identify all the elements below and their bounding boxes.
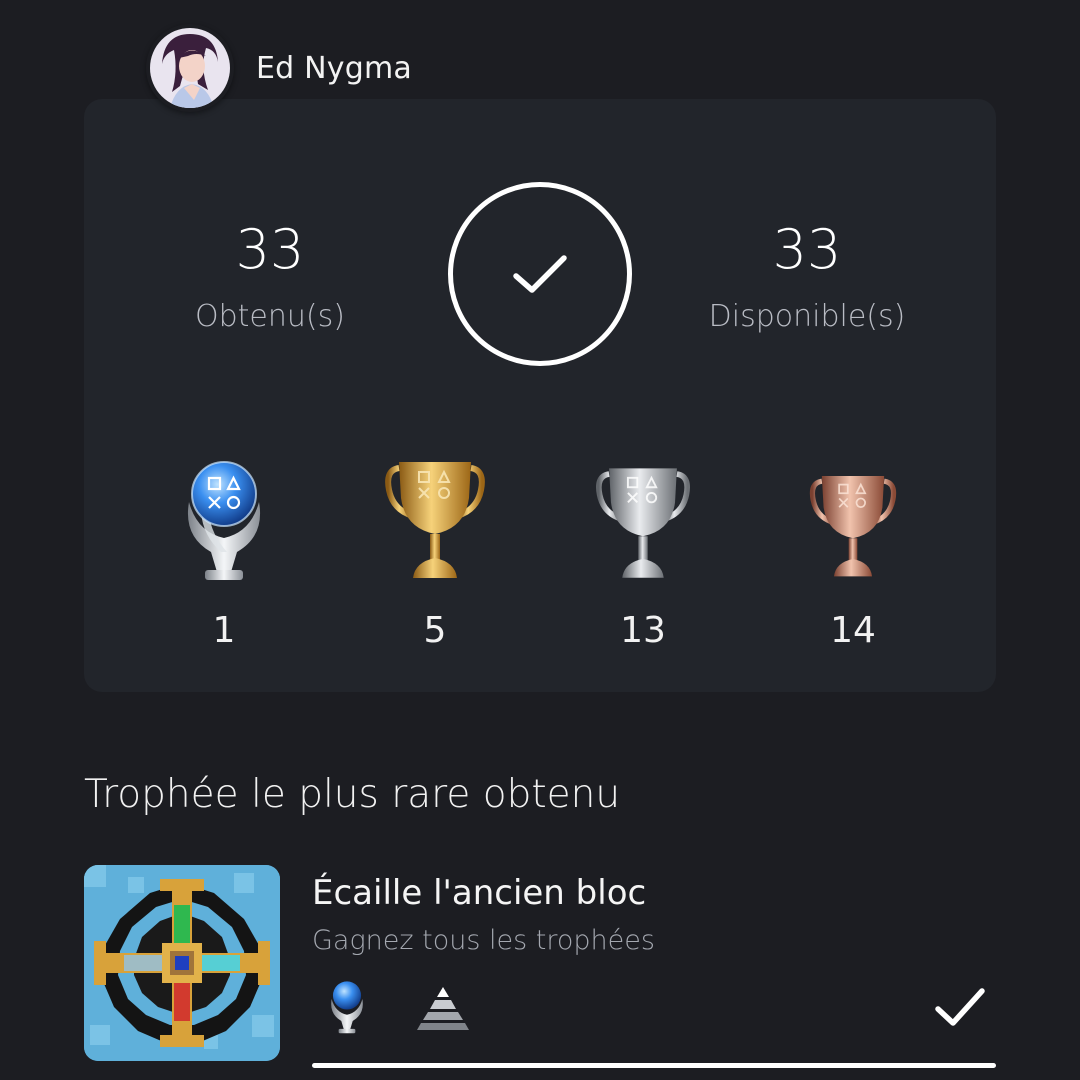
user-avatar-icon bbox=[150, 28, 230, 108]
tier-bronze[interactable]: 14 bbox=[788, 444, 918, 651]
platinum-trophy-icon bbox=[187, 461, 261, 580]
checkmark-icon bbox=[935, 988, 985, 1026]
rarity-indicator bbox=[416, 985, 470, 1031]
bronze-trophy-icon bbox=[809, 475, 897, 577]
tier-platinum[interactable]: 1 bbox=[159, 444, 289, 651]
platinum-count: 1 bbox=[212, 610, 236, 651]
silver-trophy-icon bbox=[596, 468, 690, 578]
tier-silver[interactable]: 13 bbox=[578, 444, 708, 651]
rarest-trophy-description: Gagnez tous les trophées bbox=[312, 925, 655, 956]
username: Ed Nygma bbox=[256, 50, 412, 86]
earned-stat: 33 Obtenu(s) bbox=[140, 218, 400, 335]
bronze-count: 14 bbox=[830, 610, 876, 651]
silver-count: 13 bbox=[620, 610, 666, 651]
completion-indicator bbox=[448, 182, 632, 366]
trophy-art-icon bbox=[84, 865, 280, 1061]
gold-trophy-icon bbox=[385, 462, 485, 578]
available-stat: 33 Disponible(s) bbox=[677, 218, 937, 335]
trophy-progress-bar bbox=[312, 1063, 996, 1068]
earned-count: 33 bbox=[235, 218, 305, 281]
gold-count: 5 bbox=[423, 610, 447, 651]
available-label: Disponible(s) bbox=[708, 299, 906, 334]
grade-indicator bbox=[327, 977, 367, 1035]
platinum-trophy-icon bbox=[331, 981, 363, 1034]
rarest-trophy-title: Écaille l'ancien bloc bbox=[312, 873, 647, 913]
trophy-summary-card: 33 Obtenu(s) 33 Disponible(s) 1 5 13 14 bbox=[84, 99, 996, 692]
rarest-trophy-heading: Trophée le plus rare obtenu bbox=[84, 772, 621, 817]
tier-gold[interactable]: 5 bbox=[370, 444, 500, 651]
user-header: Ed Nygma bbox=[146, 24, 412, 112]
earned-label: Obtenu(s) bbox=[195, 299, 345, 334]
available-count: 33 bbox=[772, 218, 842, 281]
checkmark-icon bbox=[513, 255, 567, 293]
trophy-tier-breakdown: 1 5 13 14 bbox=[84, 444, 996, 654]
earned-status bbox=[934, 985, 986, 1029]
avatar[interactable] bbox=[146, 24, 234, 112]
rarest-trophy-item[interactable]: Écaille l'ancien bloc Gagnez tous les tr… bbox=[84, 865, 996, 1068]
trophy-summary-screen: Ed Nygma 33 Obtenu(s) 33 Disponible(s) 1… bbox=[0, 0, 1080, 1080]
trophy-artwork bbox=[84, 865, 280, 1061]
rarity-pyramid-icon bbox=[417, 987, 469, 1030]
